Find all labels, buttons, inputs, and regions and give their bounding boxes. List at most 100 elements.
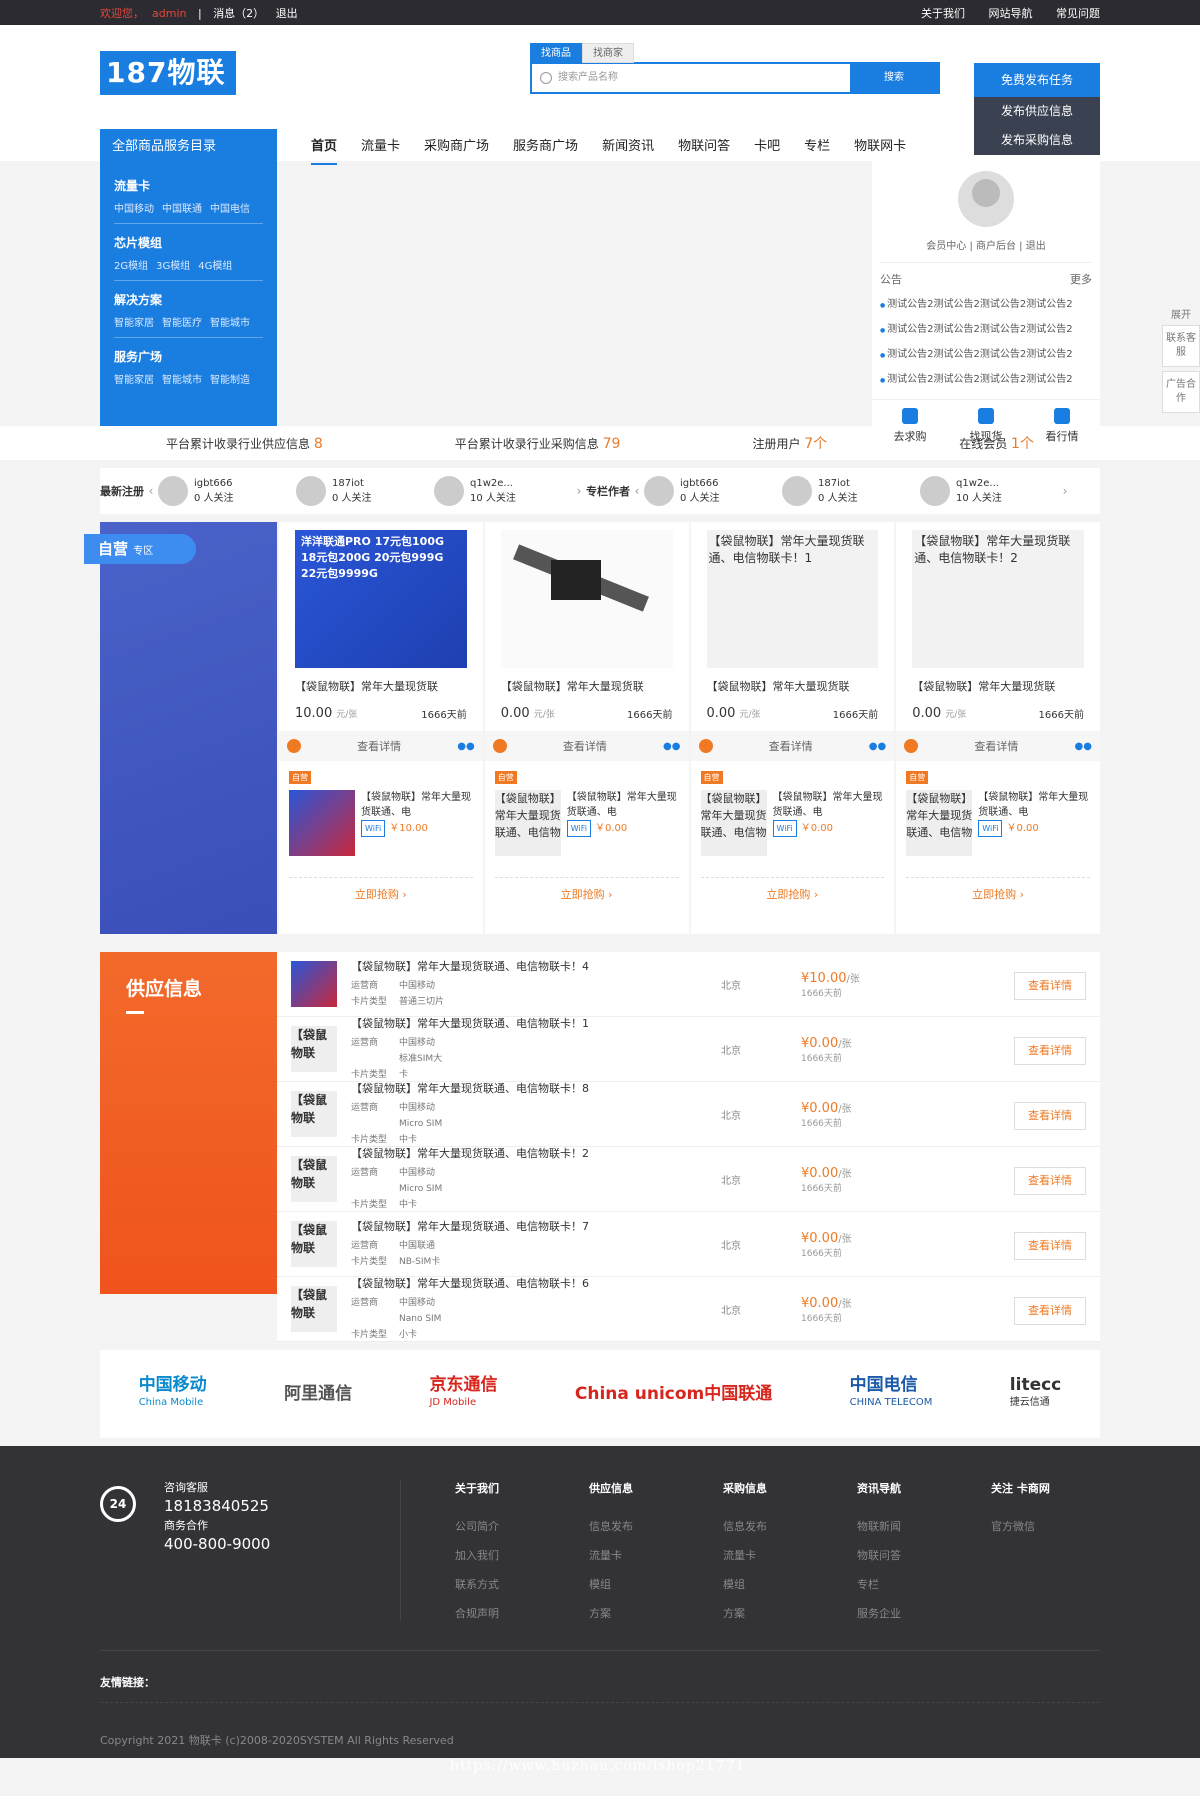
detail-button[interactable]: 查看详情 (1014, 1232, 1086, 1260)
category-sub-link[interactable]: 2G模组 (114, 261, 148, 272)
partner-logo[interactable]: litecc 捷云信通 (1010, 1376, 1061, 1412)
notice-item[interactable]: 测试公告2测试公告2测试公告2测试公告2 (880, 293, 1092, 318)
supply-thumb[interactable]: 【袋鼠物联 (291, 1286, 337, 1332)
chevron-right-icon[interactable]: › (572, 484, 586, 498)
supply-title[interactable]: 【袋鼠物联】常年大量现货联通、电信物联卡！7 (351, 1218, 661, 1234)
supply-row[interactable]: 【袋鼠物联 【袋鼠物联】常年大量现货联通、电信物联卡！6 运营商 中国移动 卡片类型 Na… (277, 1277, 1100, 1342)
expand-toggle[interactable]: 展开 (1162, 306, 1200, 321)
buy-now-link[interactable]: 立即抢购 › (494, 877, 679, 902)
product-title[interactable]: 【袋鼠物联】常年大量现货联 (691, 668, 895, 694)
avatar[interactable] (958, 171, 1014, 227)
sub-product-thumb[interactable]: 【袋鼠物联】常年大量现货联通、电信物 (700, 790, 767, 856)
product-card[interactable]: 【袋鼠物联】常年大量现货联 0.00 元/张 1666天前 查看详情 ●● 自营 【袋鼠物联】… (484, 522, 689, 934)
category-sub-link[interactable]: 中国联通 (162, 204, 202, 215)
publish-supply-button[interactable]: 发布供应信息 (974, 97, 1100, 126)
sub-product-thumb[interactable]: 【袋鼠物联】常年大量现货联通、电信物 (906, 790, 973, 856)
footer-link[interactable]: 联系方式 (455, 1570, 589, 1599)
nav-item[interactable]: 物联网卡 (854, 129, 906, 165)
contact-icons[interactable]: ●● (1075, 741, 1092, 752)
sub-product[interactable]: 自营 【袋鼠物联】常年大量现货联通、电信物 【袋鼠物联】常年大量现货联通、电 WiFi… (691, 761, 895, 871)
buy-now-link[interactable]: 立即抢购 › (700, 877, 885, 902)
member-card[interactable]: igbt666 0 人关注 (158, 476, 296, 506)
detail-button[interactable]: 查看详情 (1014, 972, 1086, 1000)
chevron-right-icon[interactable]: › (1058, 484, 1072, 498)
nav-item[interactable]: 流量卡 (361, 129, 400, 165)
view-detail-link[interactable]: 查看详情 (769, 738, 813, 754)
footer-link[interactable]: 物联新闻 (857, 1512, 991, 1541)
category-title[interactable]: 服务广场 (114, 348, 263, 365)
footer-link[interactable]: 信息发布 (723, 1512, 857, 1541)
category-sub-link[interactable]: 4G模组 (198, 261, 232, 272)
category-title[interactable]: 解决方案 (114, 291, 263, 308)
footer-link[interactable]: 官方微信 (991, 1512, 1125, 1541)
product-title[interactable]: 【袋鼠物联】常年大量现货联 (279, 668, 483, 694)
view-detail-link[interactable]: 查看详情 (563, 738, 607, 754)
supply-row[interactable]: 【袋鼠物联】常年大量现货联通、电信物联卡！4 运营商 中国移动 卡片类型 普通三切片 北京… (277, 952, 1100, 1017)
contact-icons[interactable]: ●● (457, 741, 474, 752)
member-card[interactable]: q1w2e... 10 人关注 (434, 476, 572, 506)
category-title[interactable]: 流量卡 (114, 177, 263, 194)
sub-product[interactable]: 自营 【袋鼠物联】常年大量现货联通、电信物 【袋鼠物联】常年大量现货联通、电 WiFi… (896, 761, 1100, 871)
footer-link[interactable]: 公司简介 (455, 1512, 589, 1541)
notice-more-link[interactable]: 更多 (1070, 271, 1092, 287)
sub-product-title[interactable]: 【袋鼠物联】常年大量现货联通、电 (978, 790, 1090, 820)
site-nav-link[interactable]: 网站导航 (989, 7, 1033, 20)
product-title[interactable]: 【袋鼠物联】常年大量现货联 (896, 668, 1100, 694)
catalog-button[interactable]: 全部商品服务目录 (100, 129, 277, 165)
category-sub-link[interactable]: 智能城市 (162, 375, 202, 386)
member-card[interactable]: igbt666 0 人关注 (644, 476, 782, 506)
sub-product-thumb[interactable]: 【袋鼠物联】常年大量现货联通、电信物 (494, 790, 561, 856)
username-link[interactable]: admin (152, 7, 186, 20)
search-tab-shops[interactable]: 找商家 (582, 43, 634, 63)
detail-button[interactable]: 查看详情 (1014, 1297, 1086, 1325)
sub-product-title[interactable]: 【袋鼠物联】常年大量现货联通、电 (773, 790, 885, 820)
product-image[interactable]: 【袋鼠物联】常年大量现货联通、电信物联卡！2 (912, 530, 1084, 668)
product-title[interactable]: 【袋鼠物联】常年大量现货联 (485, 668, 689, 694)
category-sub-link[interactable]: 智能城市 (210, 318, 250, 329)
supply-title[interactable]: 【袋鼠物联】常年大量现货联通、电信物联卡！1 (351, 1015, 661, 1031)
nav-item[interactable]: 首页 (311, 129, 338, 165)
notice-item[interactable]: 测试公告2测试公告2测试公告2测试公告2 (880, 343, 1092, 368)
supply-title[interactable]: 【袋鼠物联】常年大量现货联通、电信物联卡！2 (351, 1145, 661, 1161)
footer-link[interactable]: 服务企业 (857, 1599, 991, 1628)
notice-item[interactable]: 测试公告2测试公告2测试公告2测试公告2 (880, 368, 1092, 393)
footer-link[interactable]: 流量卡 (589, 1541, 723, 1570)
partner-logo[interactable]: 阿里通信 (284, 1385, 352, 1403)
search-input[interactable]: 搜索产品名称 (532, 64, 850, 92)
supply-thumb[interactable]: 【袋鼠物联 (291, 1091, 337, 1137)
supply-row[interactable]: 【袋鼠物联 【袋鼠物联】常年大量现货联通、电信物联卡！7 运营商 中国联通 卡片类型 NB… (277, 1212, 1100, 1277)
product-image[interactable] (500, 530, 673, 668)
search-button[interactable]: 搜索 (850, 64, 938, 92)
partner-logo[interactable]: 中国电信 CHINA TELECOM (850, 1376, 933, 1412)
notice-item[interactable]: 测试公告2测试公告2测试公告2测试公告2 (880, 318, 1092, 343)
supply-title[interactable]: 【袋鼠物联】常年大量现货联通、电信物联卡！6 (351, 1275, 661, 1291)
product-image[interactable]: 【袋鼠物联】常年大量现货联通、电信物联卡！1 (706, 530, 879, 668)
footer-link[interactable]: 专栏 (857, 1570, 991, 1599)
footer-link[interactable]: 方案 (589, 1599, 723, 1628)
footer-link[interactable]: 模组 (723, 1570, 857, 1599)
partner-logo[interactable]: China unicom中国联通 (575, 1385, 772, 1403)
category-sub-link[interactable]: 智能家居 (114, 318, 154, 329)
contact-icons[interactable]: ●● (663, 741, 680, 752)
buy-now-link[interactable]: 立即抢购 › (906, 877, 1090, 902)
sub-product-title[interactable]: 【袋鼠物联】常年大量现货联通、电 (567, 790, 679, 820)
category-sub-link[interactable]: 智能家居 (114, 375, 154, 386)
nav-item[interactable]: 服务商广场 (513, 129, 578, 165)
chevron-left-icon[interactable]: ‹ (630, 484, 644, 498)
supply-thumb[interactable] (291, 961, 337, 1007)
chevron-left-icon[interactable]: ‹ (144, 484, 158, 498)
supply-thumb[interactable]: 【袋鼠物联 (291, 1156, 337, 1202)
supply-row[interactable]: 【袋鼠物联 【袋鼠物联】常年大量现货联通、电信物联卡！1 运营商 中国移动 卡片类型标准… (277, 1017, 1100, 1082)
detail-button[interactable]: 查看详情 (1014, 1037, 1086, 1065)
footer-link[interactable]: 流量卡 (723, 1541, 857, 1570)
search-tab-goods[interactable]: 找商品 (530, 43, 582, 63)
product-card[interactable]: 【袋鼠物联】常年大量现货联通、电信物联卡！1 【袋鼠物联】常年大量现货联 0.00 元… (690, 522, 895, 934)
category-sub-link[interactable]: 智能医疗 (162, 318, 202, 329)
partner-logo[interactable]: 中国移动 China Mobile (139, 1376, 207, 1412)
footer-link[interactable]: 合规声明 (455, 1599, 589, 1628)
about-link[interactable]: 关于我们 (921, 7, 965, 20)
nav-item[interactable]: 卡吧 (754, 129, 780, 165)
product-card[interactable]: 【袋鼠物联】常年大量现货联通、电信物联卡！2 【袋鼠物联】常年大量现货联 0.00 元… (896, 522, 1100, 934)
footer-link[interactable]: 方案 (723, 1599, 857, 1628)
footer-link[interactable]: 加入我们 (455, 1541, 589, 1570)
